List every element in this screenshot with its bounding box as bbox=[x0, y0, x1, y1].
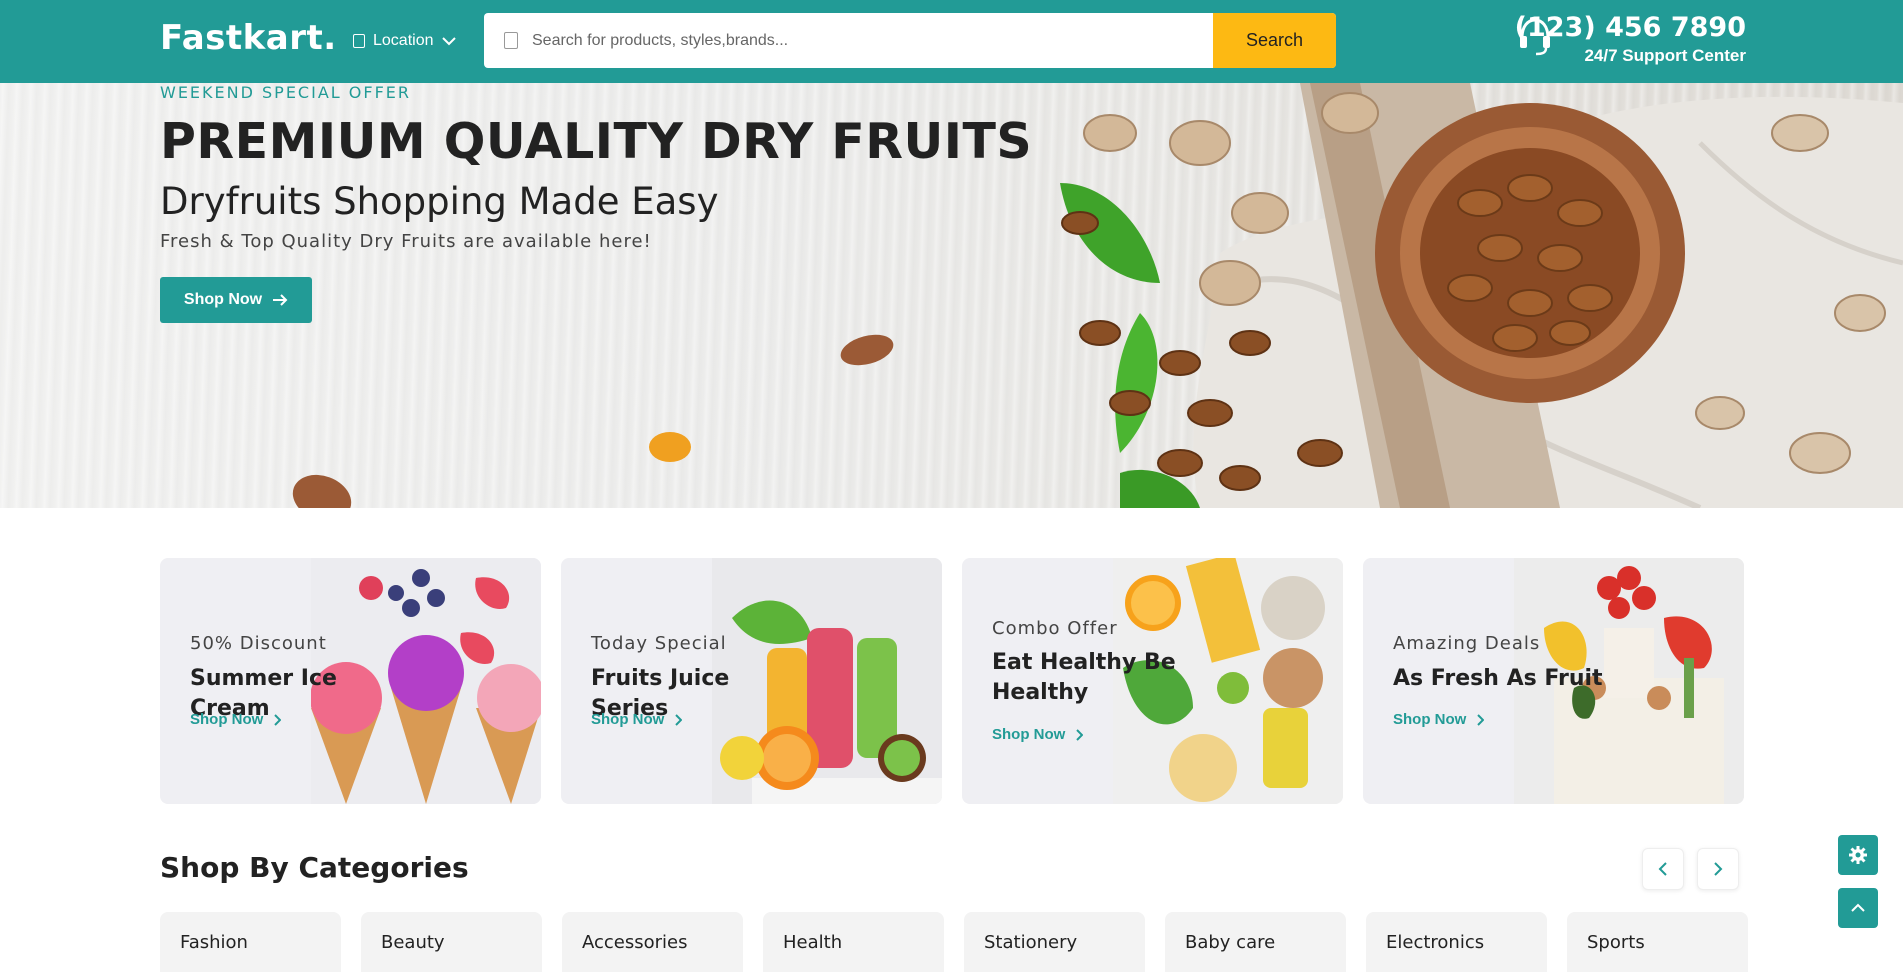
category-item-stationery[interactable]: Stationery bbox=[964, 912, 1145, 972]
promo-card-healthy[interactable]: Combo Offer Eat Healthy Be Healthy Shop … bbox=[962, 558, 1343, 804]
card-kicker: Combo Offer bbox=[992, 618, 1118, 639]
chevron-right-icon bbox=[1477, 713, 1485, 726]
chevron-up-icon bbox=[1851, 903, 1865, 912]
card-link-label: Shop Now bbox=[1393, 711, 1467, 728]
gear-icon bbox=[1849, 846, 1867, 864]
support-subtitle: 24/7 Support Center bbox=[1584, 46, 1746, 65]
hero-shop-now-button[interactable]: Shop Now bbox=[160, 277, 312, 323]
chevron-right-icon bbox=[274, 713, 282, 726]
settings-button[interactable] bbox=[1838, 835, 1878, 875]
category-item-health[interactable]: Health bbox=[763, 912, 944, 972]
support-contact: (123) 456 7890 24/7 Support Center bbox=[1515, 12, 1746, 68]
category-item-fashion[interactable]: Fashion bbox=[160, 912, 341, 972]
card-title: As Fresh As Fruit bbox=[1393, 666, 1603, 691]
hero-description: Fresh & Top Quality Dry Fruits are avail… bbox=[160, 231, 652, 252]
categories-row: Fashion Beauty Accessories Health Statio… bbox=[160, 912, 1750, 972]
search-checkbox-icon bbox=[504, 32, 518, 49]
location-icon bbox=[353, 34, 365, 48]
chevron-right-icon bbox=[675, 713, 683, 726]
hero-title: PREMIUM QUALITY DRY FRUITS bbox=[160, 113, 1033, 170]
card-kicker: Today Special bbox=[591, 633, 727, 654]
card-shop-now-link[interactable]: Shop Now bbox=[992, 726, 1084, 743]
chevron-right-icon bbox=[1076, 728, 1084, 741]
chevron-right-icon bbox=[1714, 862, 1723, 876]
card-title: Eat Healthy Be Healthy bbox=[992, 650, 1176, 705]
hero-nuts-image bbox=[1060, 83, 1903, 508]
search-input[interactable] bbox=[532, 13, 1182, 68]
card-shop-now-link[interactable]: Shop Now bbox=[591, 711, 683, 728]
categories-title: Shop By Categories bbox=[160, 851, 469, 884]
hero-eyebrow: WEEKEND SPECIAL OFFER bbox=[160, 83, 411, 102]
site-logo[interactable]: Fastkart. bbox=[160, 18, 337, 62]
support-phone[interactable]: (123) 456 7890 bbox=[1515, 12, 1746, 43]
promo-cards: 50% Discount Summer Ice Cream Shop Now T… bbox=[160, 558, 1744, 804]
categories-next-button[interactable] bbox=[1697, 848, 1739, 890]
category-item-beauty[interactable]: Beauty bbox=[361, 912, 542, 972]
category-item-electronics[interactable]: Electronics bbox=[1366, 912, 1547, 972]
search-bar: Search bbox=[484, 13, 1336, 68]
card-shop-now-link[interactable]: Shop Now bbox=[1393, 711, 1485, 728]
site-header: Fastkart. Location Search (123) 456 7890… bbox=[0, 0, 1903, 83]
card-link-label: Shop Now bbox=[591, 711, 665, 728]
almond-image-2 bbox=[292, 474, 352, 508]
search-button[interactable]: Search bbox=[1213, 13, 1336, 68]
chevron-down-icon bbox=[441, 37, 456, 46]
category-item-baby-care[interactable]: Baby care bbox=[1165, 912, 1346, 972]
category-item-accessories[interactable]: Accessories bbox=[562, 912, 743, 972]
almond-image bbox=[840, 334, 894, 366]
card-kicker: 50% Discount bbox=[190, 633, 327, 654]
hero-button-label: Shop Now bbox=[183, 291, 263, 308]
category-item-sports[interactable]: Sports bbox=[1567, 912, 1748, 972]
hero-banner: WEEKEND SPECIAL OFFER PREMIUM QUALITY DR… bbox=[0, 83, 1903, 508]
promo-card-fresh-fruit[interactable]: Amazing Deals As Fresh As Fruit Shop Now bbox=[1363, 558, 1744, 804]
promo-card-juice[interactable]: Today Special Fruits Juice Series Shop N… bbox=[561, 558, 942, 804]
card-link-label: Shop Now bbox=[992, 726, 1066, 743]
location-selector[interactable]: Location bbox=[353, 28, 456, 54]
apricot-image bbox=[649, 432, 691, 462]
scroll-top-button[interactable] bbox=[1838, 888, 1878, 928]
chevron-left-icon bbox=[1658, 862, 1667, 876]
card-link-label: Shop Now bbox=[190, 711, 264, 728]
arrow-right-icon bbox=[273, 294, 288, 306]
card-shop-now-link[interactable]: Shop Now bbox=[190, 711, 282, 728]
location-label: Location bbox=[373, 32, 434, 49]
hero-subtitle: Dryfruits Shopping Made Easy bbox=[160, 180, 719, 223]
categories-prev-button[interactable] bbox=[1642, 848, 1684, 890]
promo-card-ice-cream[interactable]: 50% Discount Summer Ice Cream Shop Now bbox=[160, 558, 541, 804]
card-kicker: Amazing Deals bbox=[1393, 633, 1541, 654]
